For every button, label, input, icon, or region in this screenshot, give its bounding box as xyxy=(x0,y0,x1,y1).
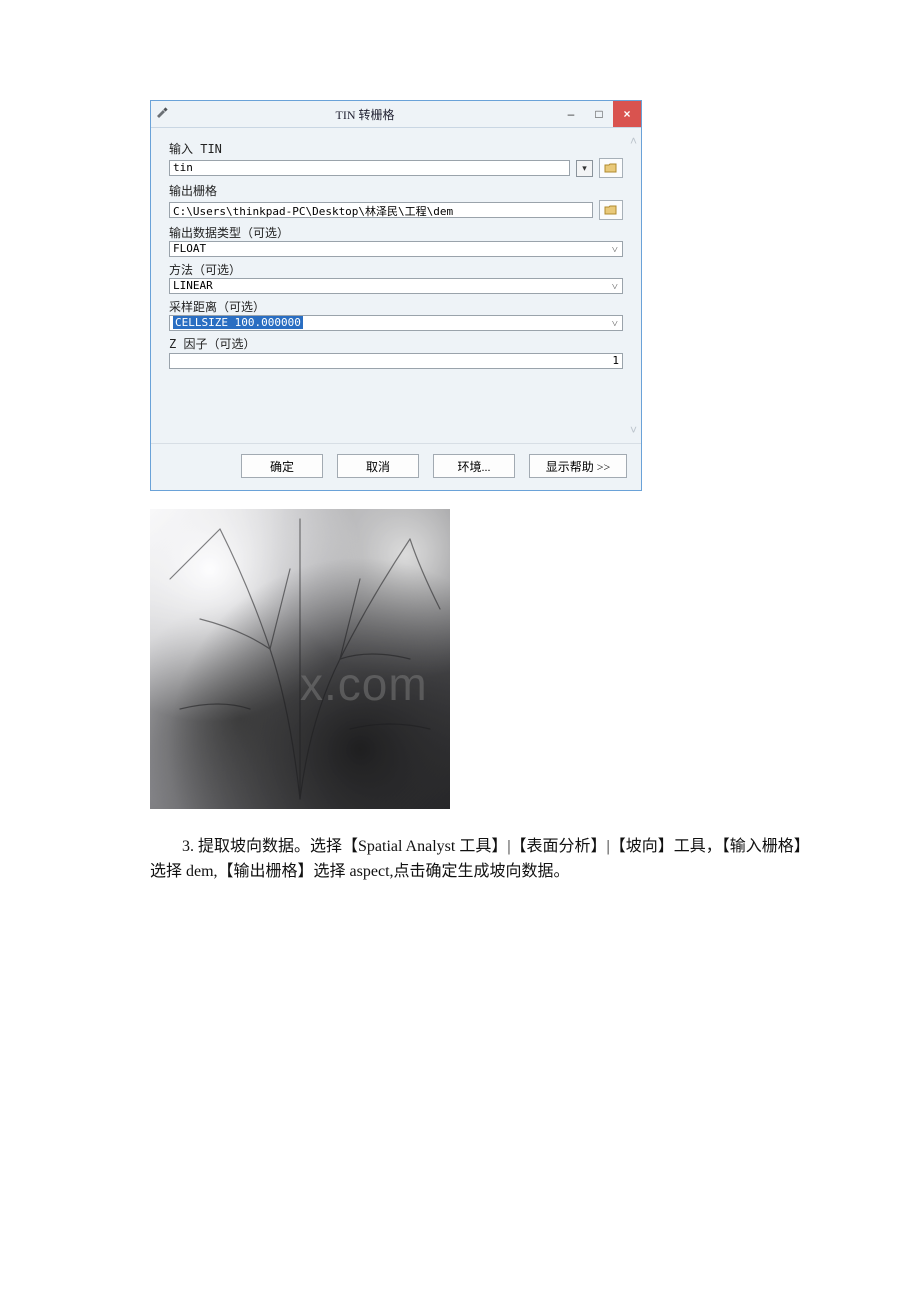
environment-button[interactable]: 环境... xyxy=(433,454,515,478)
sampling-label: 采样距离（可选） xyxy=(169,298,623,315)
close-button[interactable]: × xyxy=(613,101,641,127)
tool-icon xyxy=(151,107,173,121)
z-factor-field[interactable]: 1 xyxy=(169,353,623,369)
dem-result-image xyxy=(150,509,450,809)
titlebar: TIN 转栅格 – □ × xyxy=(151,101,641,128)
data-type-label: 输出数据类型（可选） xyxy=(169,224,623,241)
method-label: 方法（可选） xyxy=(169,261,623,278)
method-select[interactable]: LINEAR ˅ xyxy=(169,278,623,294)
z-factor-label: Z 因子（可选） xyxy=(169,335,623,352)
dialog-title: TIN 转栅格 xyxy=(173,106,557,123)
chevron-down-icon: ˅ xyxy=(612,317,618,330)
form-area: ˄ 输入 TIN tin ▾ 输出栅格 C:\Users\thinkpad-PC… xyxy=(151,128,641,443)
ok-button[interactable]: 确定 xyxy=(241,454,323,478)
input-tin-browse-button[interactable] xyxy=(599,158,623,178)
cancel-button[interactable]: 取消 xyxy=(337,454,419,478)
chevron-down-icon: ˅ xyxy=(612,243,618,256)
maximize-button[interactable]: □ xyxy=(585,101,613,127)
scroll-down-icon[interactable]: ˅ xyxy=(630,423,637,437)
input-tin-field[interactable]: tin xyxy=(169,160,570,176)
input-tin-dropdown-icon[interactable]: ▾ xyxy=(576,160,593,177)
output-raster-field[interactable]: C:\Users\thinkpad-PC\Desktop\林泽民\工程\dem xyxy=(169,202,593,218)
output-raster-browse-button[interactable] xyxy=(599,200,623,220)
show-help-button[interactable]: 显示帮助 >> xyxy=(529,454,627,478)
chevron-down-icon: ˅ xyxy=(612,280,618,293)
step-3-paragraph: 3. 提取坡向数据。选择【Spatial Analyst 工具】|【表面分析】|… xyxy=(150,835,810,885)
dialog-buttons: 确定 取消 环境... 显示帮助 >> xyxy=(151,443,641,490)
output-raster-label: 输出栅格 xyxy=(169,182,623,199)
input-tin-label: 输入 TIN xyxy=(169,140,623,157)
scroll-up-icon[interactable]: ˄ xyxy=(630,134,637,148)
data-type-select[interactable]: FLOAT ˅ xyxy=(169,241,623,257)
data-type-value: FLOAT xyxy=(173,242,206,255)
minimize-button[interactable]: – xyxy=(557,101,585,127)
sampling-value: CELLSIZE 100.000000 xyxy=(173,316,303,329)
method-value: LINEAR xyxy=(173,279,213,292)
tin-to-raster-dialog: TIN 转栅格 – □ × ˄ 输入 TIN tin ▾ 输出栅格 C:\Use… xyxy=(150,100,642,491)
sampling-select[interactable]: CELLSIZE 100.000000 ˅ xyxy=(169,315,623,331)
